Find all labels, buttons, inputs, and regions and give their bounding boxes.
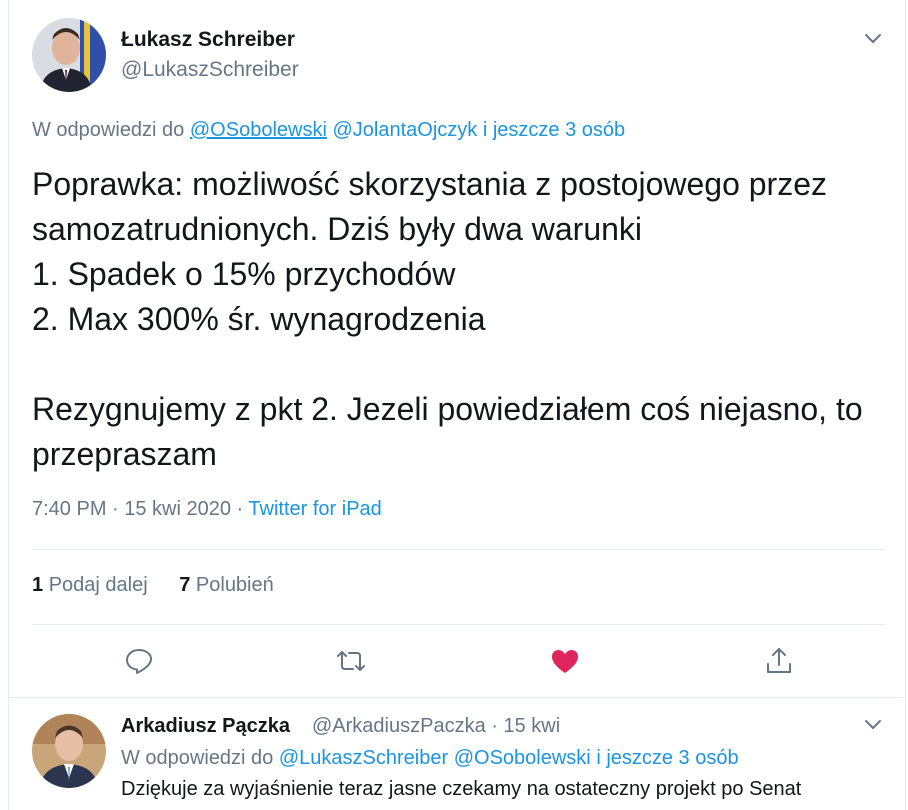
retweet-label: Podaj dalej (48, 574, 148, 596)
share-icon[interactable] (763, 645, 795, 677)
retweets-stat[interactable]: 1 Podaj dalej (32, 574, 148, 596)
like-label: Polubień (195, 574, 274, 596)
chevron-down-icon[interactable] (861, 712, 885, 736)
more-recipients-link[interactable]: i jeszcze 3 osób (596, 747, 738, 769)
timestamp[interactable]: 7:40 PM · 15 kwi 2020 · (32, 498, 243, 520)
divider (32, 624, 885, 625)
author-name[interactable]: Łukasz Schreiber (121, 28, 295, 52)
tweet-stats: 1 Podaj dalej 7 Polubień (32, 574, 300, 597)
retweet-count: 1 (32, 574, 44, 596)
reply-date[interactable]: · 15 kwi (491, 715, 560, 737)
reply-tweet[interactable]: Arkadiusz Pączka @ArkadiuszPaczka · 15 k… (9, 698, 905, 810)
tweet-text: Poprawka: możliwość skorzystania z posto… (32, 166, 863, 472)
avatar[interactable] (32, 714, 106, 788)
reply-to-prefix: W odpowiedzi do (121, 747, 274, 769)
reply-author-name[interactable]: Arkadiusz Pączka (121, 715, 290, 738)
avatar[interactable] (32, 18, 106, 92)
mention-link[interactable]: @LukaszSchreiber (279, 747, 448, 769)
reply-to-line: W odpowiedzi do @OSobolewski @JolantaOjc… (32, 119, 625, 142)
source-link[interactable]: Twitter for iPad (248, 498, 381, 520)
main-tweet: Łukasz Schreiber @LukaszSchreiber W odpo… (9, 0, 905, 698)
mention-link[interactable]: @OSobolewski (454, 747, 591, 769)
reply-icon[interactable] (123, 645, 155, 677)
retweet-icon[interactable] (335, 645, 367, 677)
like-count: 7 (179, 574, 191, 596)
tweet-thread: Łukasz Schreiber @LukaszSchreiber W odpo… (8, 0, 906, 810)
reply-text: Dziękuje za wyjaśnienie teraz jasne czek… (121, 778, 802, 800)
divider (32, 549, 885, 550)
like-icon[interactable] (549, 645, 581, 677)
likes-stat[interactable]: 7 Polubień (179, 574, 274, 596)
mention-link[interactable]: @OSobolewski (190, 119, 327, 141)
tweet-meta: 7:40 PM · 15 kwi 2020 · Twitter for iPad (32, 498, 382, 521)
reply-author-meta: @ArkadiuszPaczka · 15 kwi (312, 715, 560, 738)
mention-link[interactable]: @JolantaOjczyk (332, 119, 477, 141)
more-recipients-link[interactable]: i jeszcze 3 osób (483, 119, 625, 141)
reply-to-prefix: W odpowiedzi do (32, 119, 185, 141)
chevron-down-icon[interactable] (861, 26, 885, 50)
reply-to-line: W odpowiedzi do @LukaszSchreiber @OSobol… (121, 747, 739, 770)
author-handle[interactable]: @LukaszSchreiber (121, 58, 299, 82)
reply-author-handle[interactable]: @ArkadiuszPaczka (312, 715, 486, 737)
